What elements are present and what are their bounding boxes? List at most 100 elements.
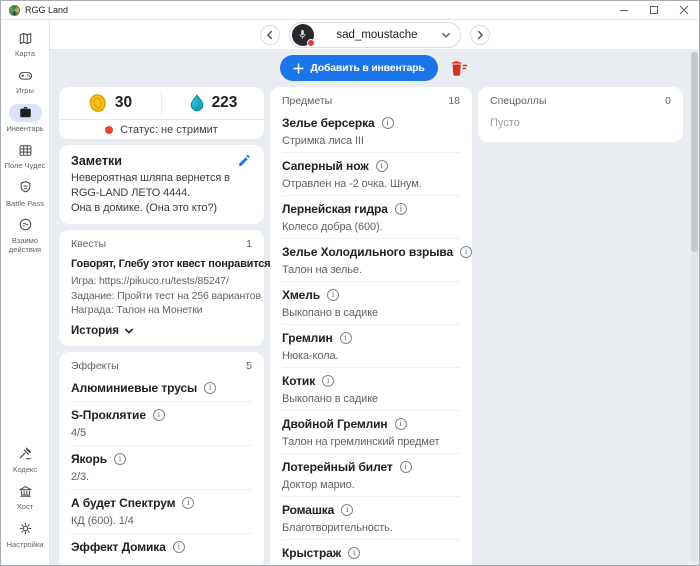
sidebar-item-inventory[interactable]: Инвентарь <box>1 104 49 133</box>
sidebar-label: Инвентарь <box>6 124 43 133</box>
info-icon[interactable] <box>395 418 407 430</box>
sidebar-item-interactions[interactable]: Взаимо действия <box>1 216 49 255</box>
sidebar-label: Карта <box>15 49 35 58</box>
info-icon[interactable] <box>204 382 216 394</box>
content-area: Добавить в инвентарь 30 <box>50 50 699 565</box>
info-icon[interactable] <box>400 461 412 473</box>
effect-row: А будет Спектрум КД (600). 1/4 <box>71 489 252 533</box>
next-user-button[interactable] <box>470 25 490 45</box>
gavel-icon <box>18 446 33 461</box>
effect-row: S-Проклятие 4/5 <box>71 401 252 445</box>
quest-detail-line: Задание: Пройти тест на 256 вариантов <box>71 289 252 304</box>
effect-name: Алюминиевые трусы <box>71 380 197 396</box>
microphone-icon <box>297 28 308 41</box>
sidebar-label: Игры <box>16 86 34 95</box>
sidebar-label: Настройки <box>7 540 44 549</box>
item-name: Хмель <box>282 287 320 303</box>
coin-icon <box>88 93 108 113</box>
quest-detail-line: Игра: https://pikuco.ru/tests/85247/ <box>71 274 252 289</box>
effect-row: Якорь 2/3. <box>71 445 252 489</box>
sidebar-label: Хост <box>17 502 33 511</box>
delete-button[interactable] <box>450 60 469 77</box>
specrolls-empty-label: Пусто <box>490 117 671 134</box>
avatar <box>292 24 314 46</box>
maximize-button[interactable] <box>639 1 669 19</box>
live-status-dot <box>307 39 315 47</box>
sidebar-item-map[interactable]: Карта <box>1 29 49 58</box>
info-icon[interactable] <box>395 203 407 215</box>
sidebar-item-settings[interactable]: Настройки <box>1 520 49 549</box>
effect-name: Эффект Домика <box>71 539 166 555</box>
minimize-button[interactable] <box>609 1 639 19</box>
info-icon[interactable] <box>382 117 394 129</box>
minimize-icon <box>620 10 628 11</box>
info-icon[interactable] <box>376 160 388 172</box>
chevron-left-icon <box>265 30 275 40</box>
info-icon[interactable] <box>327 289 339 301</box>
info-icon[interactable] <box>460 246 472 258</box>
item-name: Лотерейный билет <box>282 459 393 475</box>
effect-row: Эффект Домика <box>71 533 252 560</box>
item-name: Саперный нож <box>282 158 369 174</box>
sidebar-label: Поле Чудес <box>5 161 46 170</box>
info-icon[interactable] <box>114 453 126 465</box>
info-icon[interactable] <box>348 547 360 559</box>
sidebar-item-host[interactable]: Хост <box>1 482 49 511</box>
info-icon[interactable] <box>322 375 334 387</box>
add-to-inventory-button[interactable]: Добавить в инвентарь <box>280 55 437 81</box>
quest-history-toggle[interactable]: История <box>71 324 252 338</box>
trash-icon <box>450 60 469 77</box>
item-name: Двойной Гремлин <box>282 416 388 432</box>
info-icon[interactable] <box>173 541 185 553</box>
gem-icon <box>189 94 205 113</box>
item-row: Зелье Холодильного взрыва Талон на зелье… <box>282 238 460 281</box>
sidebar-label: Кодекс <box>13 465 37 474</box>
effect-subtitle: КД (600). 1/4 <box>71 514 252 528</box>
item-subtitle: Талон на гремлинский предмет <box>282 435 460 449</box>
gems-balance: 223 <box>162 87 264 119</box>
effects-list: Алюминиевые трусы S-Проклятие <box>71 375 252 560</box>
username: sad_moustache <box>314 29 441 41</box>
items-list: Зелье берсерка Стримка лиса III Саперн <box>282 110 460 565</box>
close-button[interactable] <box>669 1 699 19</box>
scrollbar-thumb[interactable] <box>691 52 698 252</box>
item-subtitle: Доктор марио. <box>282 478 460 492</box>
item-name: Котик <box>282 373 315 389</box>
gamepad-icon <box>18 68 33 83</box>
effect-name: Якорь <box>71 451 107 467</box>
item-row: Крыстраж <box>282 539 460 565</box>
info-icon[interactable] <box>153 409 165 421</box>
sidebar-item-battle-pass[interactable]: Battle Pass <box>1 179 49 208</box>
shield-icon <box>18 180 33 195</box>
sidebar-item-codex[interactable]: Кодекс <box>1 445 49 474</box>
info-icon[interactable] <box>341 504 353 516</box>
edit-notes-button[interactable] <box>237 153 252 168</box>
window-title: RGG Land <box>25 5 68 15</box>
user-selector[interactable]: sad_moustache <box>289 22 461 48</box>
item-subtitle: Благотворительность. <box>282 521 460 535</box>
notes-card: Заметки Невероятная шляпа вернется в RGG… <box>59 145 264 224</box>
item-row: Лернейская гидра Колесо добра (600). <box>282 195 460 238</box>
item-name: Ромашка <box>282 502 334 518</box>
status-dot-icon <box>105 126 113 134</box>
coins-balance: 30 <box>59 87 161 119</box>
item-name: Зелье берсерка <box>282 115 375 131</box>
item-subtitle: Колесо добра (600). <box>282 220 460 234</box>
chevron-down-icon <box>124 326 134 336</box>
user-navigation-bar: sad_moustache <box>50 20 699 50</box>
plus-icon <box>293 63 304 74</box>
items-count: 18 <box>448 95 460 108</box>
info-icon[interactable] <box>182 497 194 509</box>
vertical-scrollbar[interactable] <box>691 52 698 563</box>
item-row: Лотерейный билет Доктор марио. <box>282 453 460 496</box>
sidebar-item-games[interactable]: Игры <box>1 66 49 95</box>
prev-user-button[interactable] <box>260 25 280 45</box>
info-icon[interactable] <box>340 332 352 344</box>
effects-count: 5 <box>246 360 252 373</box>
quests-card: Квесты 1 Говорят, Глебу этот квест понра… <box>59 230 264 346</box>
notes-body: Невероятная шляпа вернется в RGG-LAND ЛЕ… <box>71 171 252 216</box>
items-card: Предметы 18 Зелье берсерка <box>270 87 472 565</box>
sidebar-label: Battle Pass <box>6 199 44 208</box>
sidebar-item-wheel[interactable]: Поле Чудес <box>1 141 49 170</box>
items-title: Предметы <box>282 95 332 108</box>
